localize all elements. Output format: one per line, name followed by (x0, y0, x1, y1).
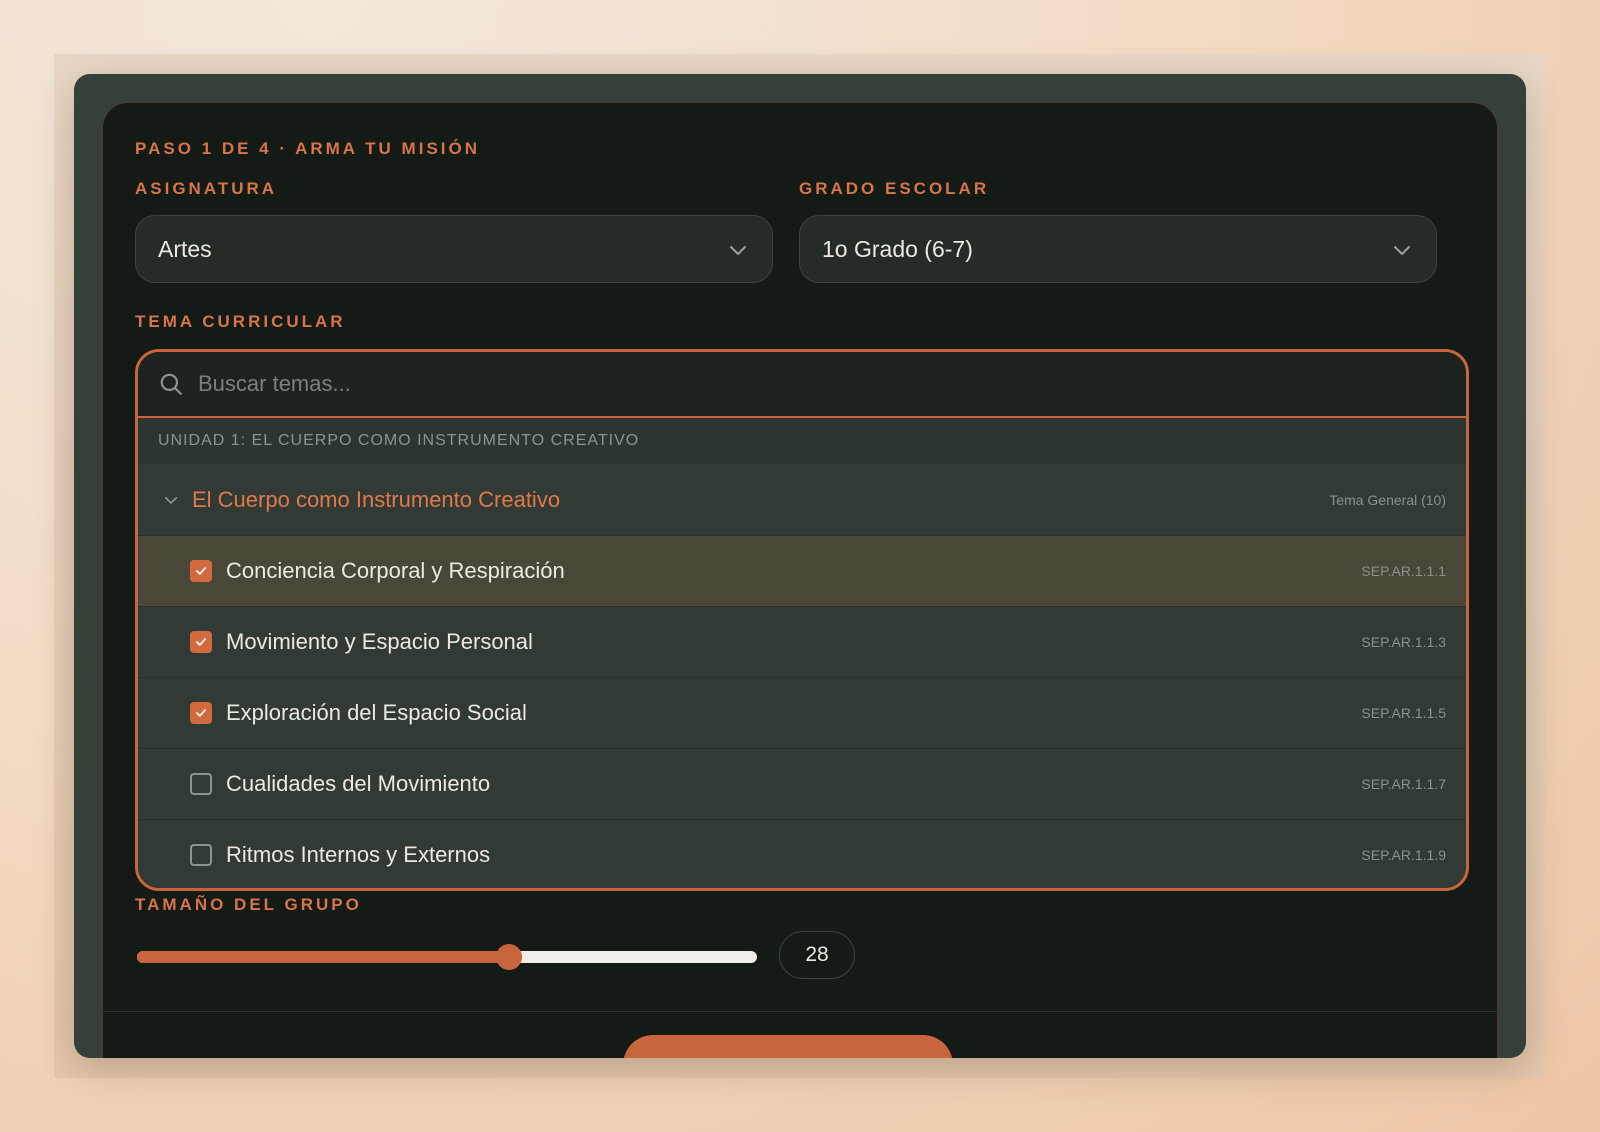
slider-fill (137, 951, 509, 963)
group-size-value: 28 (779, 931, 855, 979)
topic-item-code: SEP.AR.1.1.1 (1361, 563, 1446, 579)
topic-label: TEMA CURRICULAR (135, 312, 346, 331)
unit-header: UNIDAD 1: EL CUERPO COMO INSTRUMENTO CRE… (138, 418, 1466, 464)
checkbox-checked[interactable] (190, 702, 212, 724)
group-size-slider[interactable] (137, 944, 757, 970)
checkbox-checked[interactable] (190, 560, 212, 582)
topic-item-label: Ritmos Internos y Externos (226, 842, 491, 867)
chevron-down-icon (164, 496, 178, 504)
topic-item-code: SEP.AR.1.1.3 (1361, 634, 1446, 650)
group-size-label: TAMAÑO DEL GRUPO (135, 895, 362, 914)
check-icon (196, 709, 206, 717)
grade-label: GRADO ESCOLAR (799, 179, 990, 198)
topic-item[interactable]: Ritmos Internos y Externos SEP.AR.1.1.9 (138, 819, 1466, 888)
topic-picker: UNIDAD 1: EL CUERPO COMO INSTRUMENTO CRE… (135, 349, 1469, 891)
topic-item-label: Conciencia Corporal y Respiración (226, 558, 565, 583)
topic-item-label: Movimiento y Espacio Personal (226, 629, 533, 654)
subject-label: ASIGNATURA (135, 179, 278, 198)
topic-item-label: Cualidades del Movimiento (226, 771, 491, 796)
topic-group-title: El Cuerpo como Instrumento Creativo (192, 486, 561, 512)
topic-item-code: SEP.AR.1.1.9 (1361, 847, 1446, 863)
topic-group-meta: Tema General (10) (1329, 491, 1446, 508)
checkbox-unchecked[interactable] (190, 844, 212, 866)
topic-item-code: SEP.AR.1.1.7 (1361, 776, 1446, 792)
grade-value: 1o Grado (6-7) (822, 235, 973, 262)
slider-thumb[interactable] (496, 944, 522, 970)
footer-divider (103, 1011, 1497, 1012)
topic-item[interactable]: Cualidades del Movimiento SEP.AR.1.1.7 (138, 748, 1466, 819)
next-button[interactable] (623, 1035, 953, 1058)
topic-item[interactable]: Movimiento y Espacio Personal SEP.AR.1.1… (138, 606, 1466, 677)
topic-item-code: SEP.AR.1.1.5 (1361, 705, 1446, 721)
topic-item[interactable]: Exploración del Espacio Social SEP.AR.1.… (138, 677, 1466, 748)
topic-search (138, 352, 1466, 418)
mission-form-card: PASO 1 DE 4 · ARMA TU MISIÓN ASIGNATURA … (102, 102, 1498, 1058)
search-icon (160, 373, 182, 395)
topic-item-label: Exploración del Espacio Social (226, 700, 527, 725)
chevron-down-icon (1394, 246, 1410, 255)
subject-select[interactable]: Artes (135, 215, 773, 283)
subject-value: Artes (158, 235, 212, 262)
check-icon (196, 567, 206, 575)
window-frame: PASO 1 DE 4 · ARMA TU MISIÓN ASIGNATURA … (74, 74, 1526, 1058)
grade-select[interactable]: 1o Grado (6-7) (799, 215, 1437, 283)
topic-item[interactable]: Conciencia Corporal y Respiración SEP.AR… (138, 535, 1466, 606)
checkbox-checked[interactable] (190, 631, 212, 653)
step-label: PASO 1 DE 4 · ARMA TU MISIÓN (135, 139, 481, 158)
checkbox-unchecked[interactable] (190, 773, 212, 795)
topic-group-row[interactable]: El Cuerpo como Instrumento Creativo Tema… (138, 464, 1466, 535)
check-icon (196, 638, 206, 646)
chevron-down-icon (730, 246, 746, 255)
search-input[interactable] (198, 371, 1398, 397)
